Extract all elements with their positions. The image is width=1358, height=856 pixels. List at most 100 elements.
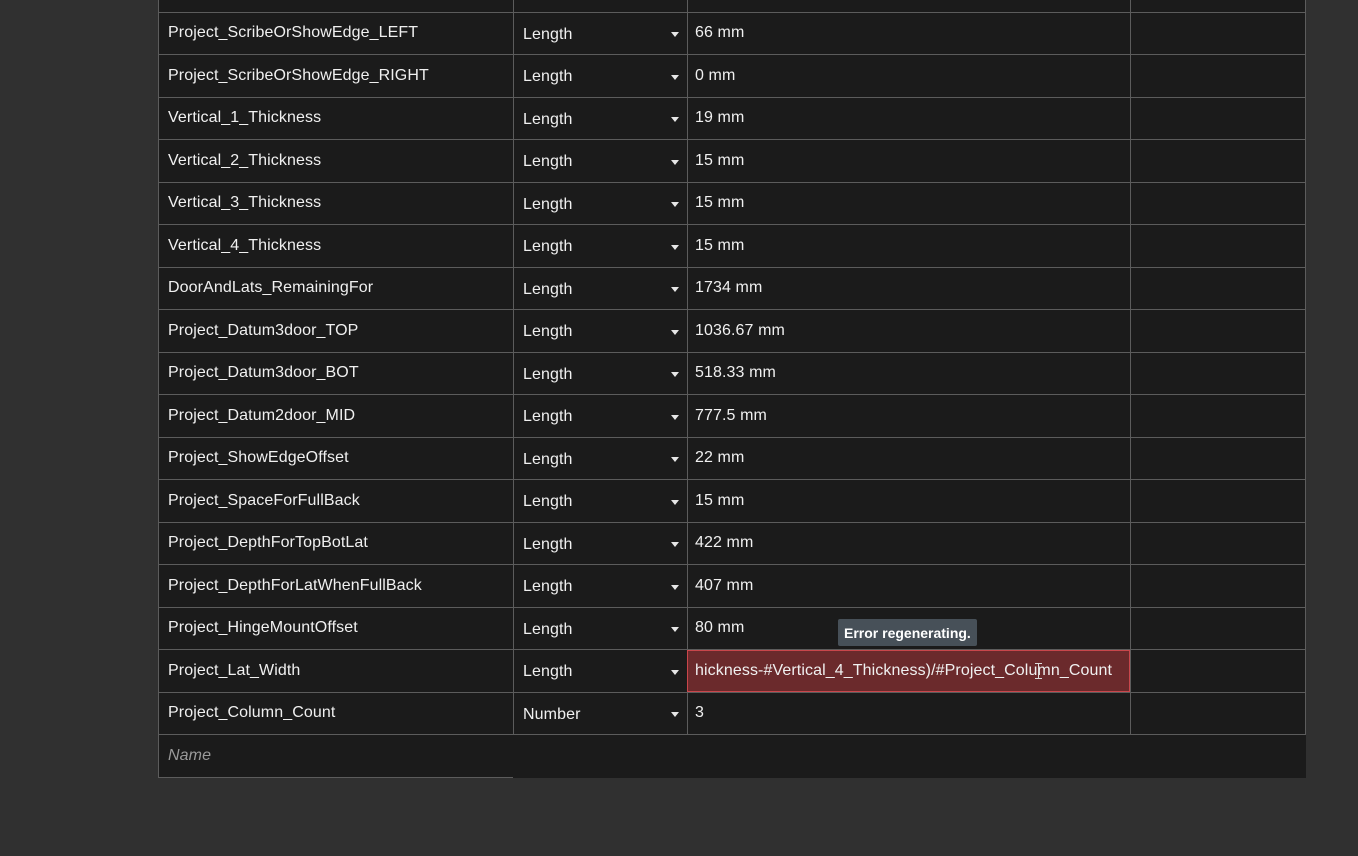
parameter-name: Project_ShowEdgeOffset (168, 449, 349, 467)
parameter-type-select[interactable]: Length (513, 267, 687, 309)
parameter-type: Length (523, 620, 573, 638)
parameter-type-select[interactable]: Length (513, 225, 687, 267)
parameter-type-select[interactable]: Length (513, 140, 687, 182)
parameter-value-cell[interactable]: 1734 mm (687, 267, 1130, 309)
table-row: Vertical_1_Thickness Length 19 mm (158, 97, 1306, 140)
caret-down-icon[interactable] (671, 584, 679, 590)
parameter-name-cell[interactable]: DoorAndLats_RemainingFor (158, 267, 513, 309)
parameter-value: 0 mm (695, 66, 736, 84)
parameter-name-cell[interactable]: Project_Datum2door_MID (158, 395, 513, 437)
parameter-type-select[interactable]: Length (513, 182, 687, 224)
parameter-value: 1734 mm (695, 279, 763, 297)
parameter-name: Project_Datum3door_TOP (168, 321, 359, 339)
new-parameter-name-input[interactable]: Name (158, 735, 513, 778)
table-row: Project_HingeMountOffset Length 80 mm (158, 607, 1306, 650)
parameter-type: Length (523, 238, 573, 256)
caret-down-icon[interactable] (671, 244, 679, 250)
parameter-name-cell[interactable]: Project_ScribeOrShowEdge_RIGHT (158, 55, 513, 97)
parameter-value-cell[interactable]: 15 mm (687, 182, 1130, 224)
parameter-name-cell[interactable]: Vertical_4_Thickness (158, 225, 513, 267)
parameter-type-select[interactable]: Length (513, 565, 687, 607)
parameter-type-select[interactable]: Length (513, 55, 687, 97)
parameter-type: Length (523, 408, 573, 426)
parameter-name-cell[interactable]: Project_SpaceForFullBack (158, 480, 513, 522)
caret-down-icon[interactable] (671, 159, 679, 165)
caret-down-icon[interactable] (671, 669, 679, 675)
caret-down-icon[interactable] (671, 499, 679, 505)
parameter-value: 1036.67 mm (695, 321, 785, 339)
parameter-name: Project_Datum3door_BOT (168, 364, 359, 382)
table-row: Vertical_2_Thickness Length 15 mm (158, 140, 1306, 183)
parameter-type-select[interactable]: Length (513, 310, 687, 352)
table-row: Project_SpaceForFullBack Length 15 mm (158, 480, 1306, 523)
caret-down-icon[interactable] (671, 627, 679, 633)
parameter-extra-cell (1130, 692, 1306, 734)
parameter-type-select[interactable]: Length (513, 437, 687, 479)
parameter-extra-cell (1130, 522, 1306, 564)
parameter-value-cell[interactable]: 19 mm (687, 97, 1130, 139)
parameter-type-select[interactable]: Length (513, 12, 687, 54)
parameter-value-cell[interactable]: 518.33 mm (687, 352, 1130, 394)
caret-down-icon[interactable] (671, 202, 679, 208)
parameter-value-cell[interactable]: 66 mm (687, 12, 1130, 54)
parameter-type-select[interactable]: Length (513, 522, 687, 564)
parameter-value-cell[interactable]: 1036.67 mm (687, 310, 1130, 352)
name-placeholder: Name (168, 747, 212, 764)
parameter-value-cell[interactable]: 15 mm (687, 225, 1130, 267)
parameter-type-select[interactable]: Length (513, 607, 687, 649)
parameter-extra-cell (1130, 352, 1306, 394)
parameter-name: Project_HingeMountOffset (168, 619, 358, 637)
caret-down-icon[interactable] (671, 74, 679, 80)
parameter-type-select[interactable]: Length (513, 650, 687, 692)
caret-down-icon[interactable] (671, 542, 679, 548)
parameter-name-cell[interactable]: Project_ShowEdgeOffset (158, 437, 513, 479)
parameter-name-cell[interactable]: Project_ScribeOrShowEdge_LEFT (158, 12, 513, 54)
caret-down-icon[interactable] (671, 457, 679, 463)
parameter-type: Length (523, 535, 573, 553)
parameter-type-select[interactable]: Length (513, 352, 687, 394)
parameter-name-cell[interactable] (158, 0, 513, 12)
parameter-extra-cell (1130, 565, 1306, 607)
parameter-value: 22 mm (695, 449, 745, 467)
parameter-value-cell[interactable]: 22 mm (687, 437, 1130, 479)
parameter-value-cell[interactable]: 3 (687, 692, 1130, 734)
caret-down-icon[interactable] (671, 712, 679, 718)
parameter-value-cell[interactable]: 777.5 mm (687, 395, 1130, 437)
parameter-name-cell[interactable]: Vertical_3_Thickness (158, 182, 513, 224)
parameter-type-select[interactable]: Length (513, 480, 687, 522)
parameter-name-cell[interactable]: Vertical_1_Thickness (158, 97, 513, 139)
caret-down-icon[interactable] (671, 372, 679, 378)
parameter-type-select[interactable]: Number (513, 692, 687, 734)
parameter-value-cell[interactable]: 0 mm (687, 55, 1130, 97)
parameter-type-select[interactable]: Length (513, 0, 687, 12)
parameter-type: Length (523, 450, 573, 468)
caret-down-icon[interactable] (671, 117, 679, 123)
parameter-name-cell[interactable]: Project_Datum3door_BOT (158, 352, 513, 394)
parameter-name: Vertical_4_Thickness (168, 236, 322, 254)
table-row: Project_Datum3door_TOP Length 1036.67 mm (158, 310, 1306, 353)
parameter-value-cell[interactable]: 15 mm (687, 480, 1130, 522)
parameter-value-cell[interactable]: 422 mm (687, 522, 1130, 564)
parameter-name-cell[interactable]: Project_Column_Count (158, 692, 513, 734)
parameter-name-cell[interactable]: Project_DepthForTopBotLat (158, 522, 513, 564)
caret-down-icon[interactable] (671, 414, 679, 420)
parameter-value-cell[interactable]: 407 mm (687, 565, 1130, 607)
parameter-name-cell[interactable]: Vertical_2_Thickness (158, 140, 513, 182)
parameter-type: Length (523, 663, 573, 681)
parameter-value: 80 mm (695, 619, 745, 637)
parameter-name-cell[interactable]: Project_Datum3door_TOP (158, 310, 513, 352)
parameter-name-cell[interactable]: Project_Lat_Width (158, 650, 513, 692)
parameter-name-cell[interactable]: Project_HingeMountOffset (158, 607, 513, 649)
parameter-name-cell[interactable]: Project_DepthForLatWhenFullBack (158, 565, 513, 607)
parameter-type-select[interactable]: Length (513, 395, 687, 437)
caret-down-icon[interactable] (671, 32, 679, 38)
parameter-extra-cell (1130, 267, 1306, 309)
parameter-value-input-error[interactable]: hickness-#Vertical_4_Thickness)/#Project… (687, 650, 1130, 692)
parameter-type-select[interactable]: Length (513, 97, 687, 139)
parameter-extra-cell (1130, 310, 1306, 352)
caret-down-icon[interactable] (671, 329, 679, 335)
parameter-name: Vertical_3_Thickness (168, 194, 322, 212)
caret-down-icon[interactable] (671, 287, 679, 293)
parameter-value-cell[interactable] (687, 0, 1130, 12)
parameter-value-cell[interactable]: 15 mm (687, 140, 1130, 182)
